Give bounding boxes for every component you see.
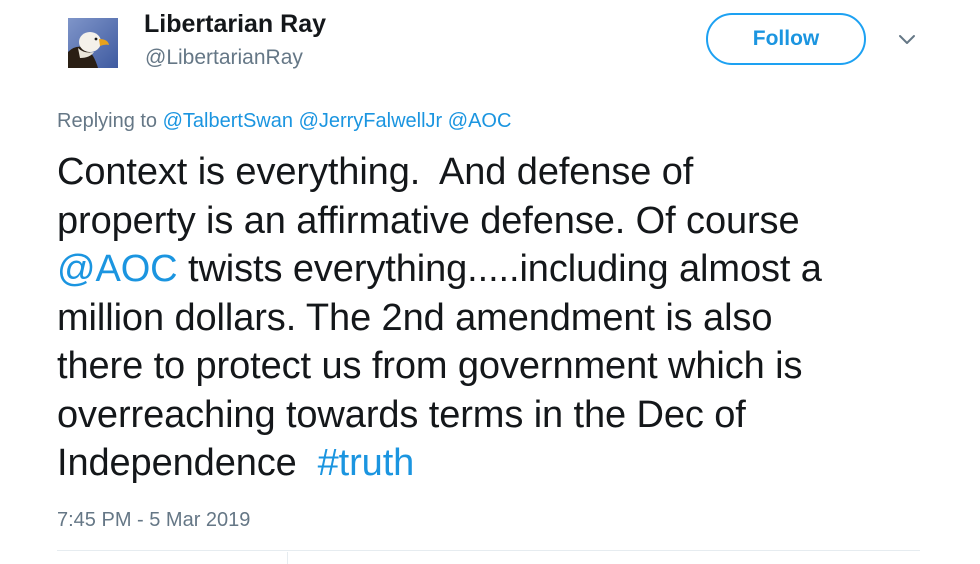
tweet-text-segment: million dollars. The 2nd amendment is al… — [57, 296, 773, 339]
divider — [287, 552, 288, 564]
tweet-menu-button[interactable] — [893, 28, 921, 52]
user-handle[interactable]: @LibertarianRay — [145, 46, 303, 70]
tweet-text-segment: overreaching towards terms in the Dec of — [57, 393, 746, 436]
tweet-text-segment: Independence — [57, 442, 318, 484]
tweet-card: Libertarian Ray @LibertarianRay Follow R… — [0, 0, 980, 564]
tweet-text-segment: there to protect us from government whic… — [57, 345, 803, 387]
follow-button[interactable]: Follow — [706, 13, 866, 65]
avatar[interactable] — [68, 18, 118, 68]
tweet-text-line: overreaching towards terms in the Dec of — [57, 391, 947, 440]
tweet-text-line: there to protect us from government whic… — [57, 342, 947, 391]
reply-mention[interactable]: @AOC — [448, 110, 512, 132]
reply-mention[interactable]: @TalbertSwan — [163, 110, 293, 132]
hashtag-link[interactable]: #truth — [318, 442, 415, 484]
eagle-avatar-icon — [68, 18, 118, 68]
tweet-text-line: Context is everything. And defense of — [57, 148, 947, 197]
tweet-text-line: property is an affirmative defense. Of c… — [57, 197, 947, 246]
display-name[interactable]: Libertarian Ray — [144, 10, 326, 39]
reply-context-prefix: Replying to — [57, 110, 158, 132]
chevron-down-icon — [899, 35, 915, 44]
tweet-timestamp[interactable]: 7:45 PM - 5 Mar 2019 — [57, 509, 250, 532]
tweet-text-line: million dollars. The 2nd amendment is al… — [57, 294, 947, 343]
reply-mention[interactable]: @JerryFalwellJr — [299, 110, 443, 132]
mention-link[interactable]: @AOC — [57, 248, 178, 290]
tweet-text-segment: Context is everything. And defense of — [57, 151, 694, 193]
tweet-text: Context is everything. And defense of pro… — [57, 148, 947, 488]
tweet-text-line: Independence #truth — [57, 439, 947, 488]
tweet-text-line: @AOC twists everything.....including alm… — [57, 245, 947, 294]
reply-context: Replying to @TalbertSwan @JerryFalwellJr… — [57, 110, 511, 133]
tweet-text-segment: property is an affirmative defense. Of c… — [57, 199, 800, 242]
divider — [57, 550, 920, 551]
tweet-text-segment: twists everything.....including almost a — [177, 248, 822, 290]
